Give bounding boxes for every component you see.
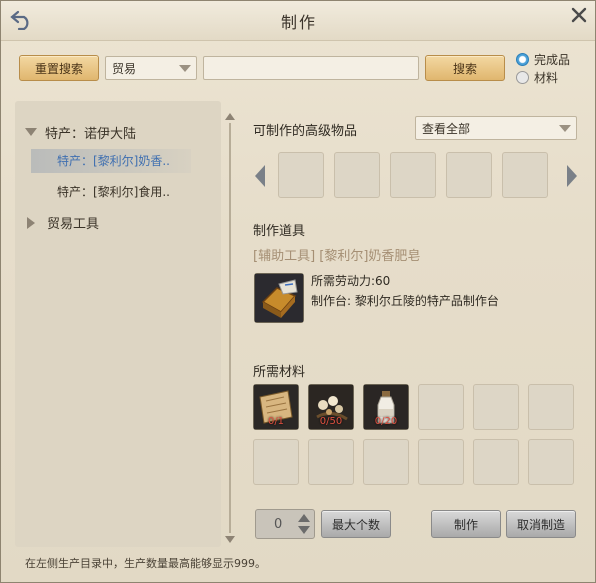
scroll-track: [229, 123, 231, 533]
caret-down-icon: [25, 128, 37, 136]
materials-section-title: 所需材料: [253, 365, 306, 380]
quantity-value: 0: [274, 517, 283, 532]
material-slot-empty: [253, 439, 299, 485]
crafting-window: 制作 重置搜索 贸易 搜索 完成品 材料 特产：诺伊大陆 特产：[黎利尔]奶香.…: [0, 0, 596, 583]
material-slot-parchment[interactable]: 0/1: [253, 384, 299, 430]
material-slot-empty: [418, 439, 464, 485]
filter-select-value: 查看全部: [422, 121, 471, 136]
category-select-value: 贸易: [112, 61, 137, 76]
tree-item-label: 特产：[黎利尔]食用..: [57, 185, 170, 199]
material-slot-empty: [308, 439, 354, 485]
radio-unselected-icon: [516, 71, 529, 84]
category-select[interactable]: 贸易: [105, 56, 197, 80]
close-icon[interactable]: [569, 5, 589, 25]
advanced-item-slot[interactable]: [278, 152, 324, 198]
scroll-up-icon[interactable]: [225, 113, 235, 120]
tool-item-slot[interactable]: [254, 273, 304, 323]
tree-group-label: 特产：诺伊大陆: [45, 127, 137, 142]
radio-finished-product[interactable]: 完成品: [516, 51, 570, 68]
tree-item-milk-soap[interactable]: 特产：[黎利尔]奶香..: [31, 149, 191, 173]
material-slot-empty: [418, 384, 464, 430]
chevron-down-icon: [179, 65, 191, 72]
search-input[interactable]: [203, 56, 419, 80]
quantity-stepper[interactable]: 0: [255, 509, 315, 539]
stepper-down-icon[interactable]: [298, 526, 310, 534]
radio-material[interactable]: 材料: [516, 69, 558, 86]
caret-right-icon: [27, 217, 35, 229]
material-slot-milk[interactable]: 0/20: [363, 384, 409, 430]
material-slot-empty: [363, 439, 409, 485]
max-quantity-button[interactable]: 最大个数: [321, 510, 391, 538]
chevron-down-icon: [559, 125, 571, 132]
material-quantity: 0/50: [319, 416, 343, 427]
tree-group-trade-tools[interactable]: 贸易工具: [27, 213, 99, 232]
tree-scrollbar[interactable]: [225, 113, 235, 543]
advanced-items-title: 可制作的高级物品: [253, 124, 358, 139]
advanced-item-slot[interactable]: [390, 152, 436, 198]
prev-page-arrow-icon[interactable]: [255, 165, 265, 187]
reset-search-button[interactable]: 重置搜索: [19, 55, 99, 81]
tree-group-noia-specialty[interactable]: 特产：诺伊大陆: [25, 123, 136, 142]
radio-finished-label: 完成品: [534, 53, 571, 67]
window-title: 制作: [280, 13, 317, 32]
radio-material-label: 材料: [534, 71, 559, 85]
search-button[interactable]: 搜索: [425, 55, 505, 81]
tree-item-label: 特产：[黎利尔]奶香..: [57, 154, 170, 168]
radio-selected-icon: [516, 53, 529, 66]
scroll-down-icon[interactable]: [225, 536, 235, 543]
advanced-item-slot[interactable]: [334, 152, 380, 198]
material-quantity: 0/1: [267, 416, 285, 427]
cancel-craft-button[interactable]: 取消制造: [506, 510, 576, 538]
advanced-item-slot[interactable]: [502, 152, 548, 198]
tree-item-edible[interactable]: 特产：[黎利尔]食用..: [57, 183, 170, 200]
title-bar: 制作: [1, 1, 595, 41]
filter-select[interactable]: 查看全部: [415, 116, 577, 140]
material-slot-herb[interactable]: 0/50: [308, 384, 354, 430]
material-quantity: 0/20: [374, 416, 398, 427]
tree-group-label: 贸易工具: [47, 217, 100, 232]
footer-hint: 在左侧生产目录中，生产数量最高能够显示999。: [25, 557, 266, 570]
material-slot-empty: [473, 384, 519, 430]
tool-item-name: [辅助工具] [黎利尔]奶香肥皂: [253, 249, 421, 264]
next-page-arrow-icon[interactable]: [567, 165, 577, 187]
workbench-requirement: 制作台: 黎利尔丘陵的特产品制作台: [311, 294, 499, 308]
stepper-up-icon[interactable]: [298, 514, 310, 522]
tool-section-title: 制作道具: [253, 224, 306, 239]
material-slot-empty: [473, 439, 519, 485]
labor-requirement: 所需劳动力:60: [311, 274, 391, 288]
craft-button[interactable]: 制作: [431, 510, 501, 538]
material-slot-empty: [528, 384, 574, 430]
soap-box-icon: [255, 274, 303, 322]
advanced-item-slot[interactable]: [446, 152, 492, 198]
material-slot-empty: [528, 439, 574, 485]
